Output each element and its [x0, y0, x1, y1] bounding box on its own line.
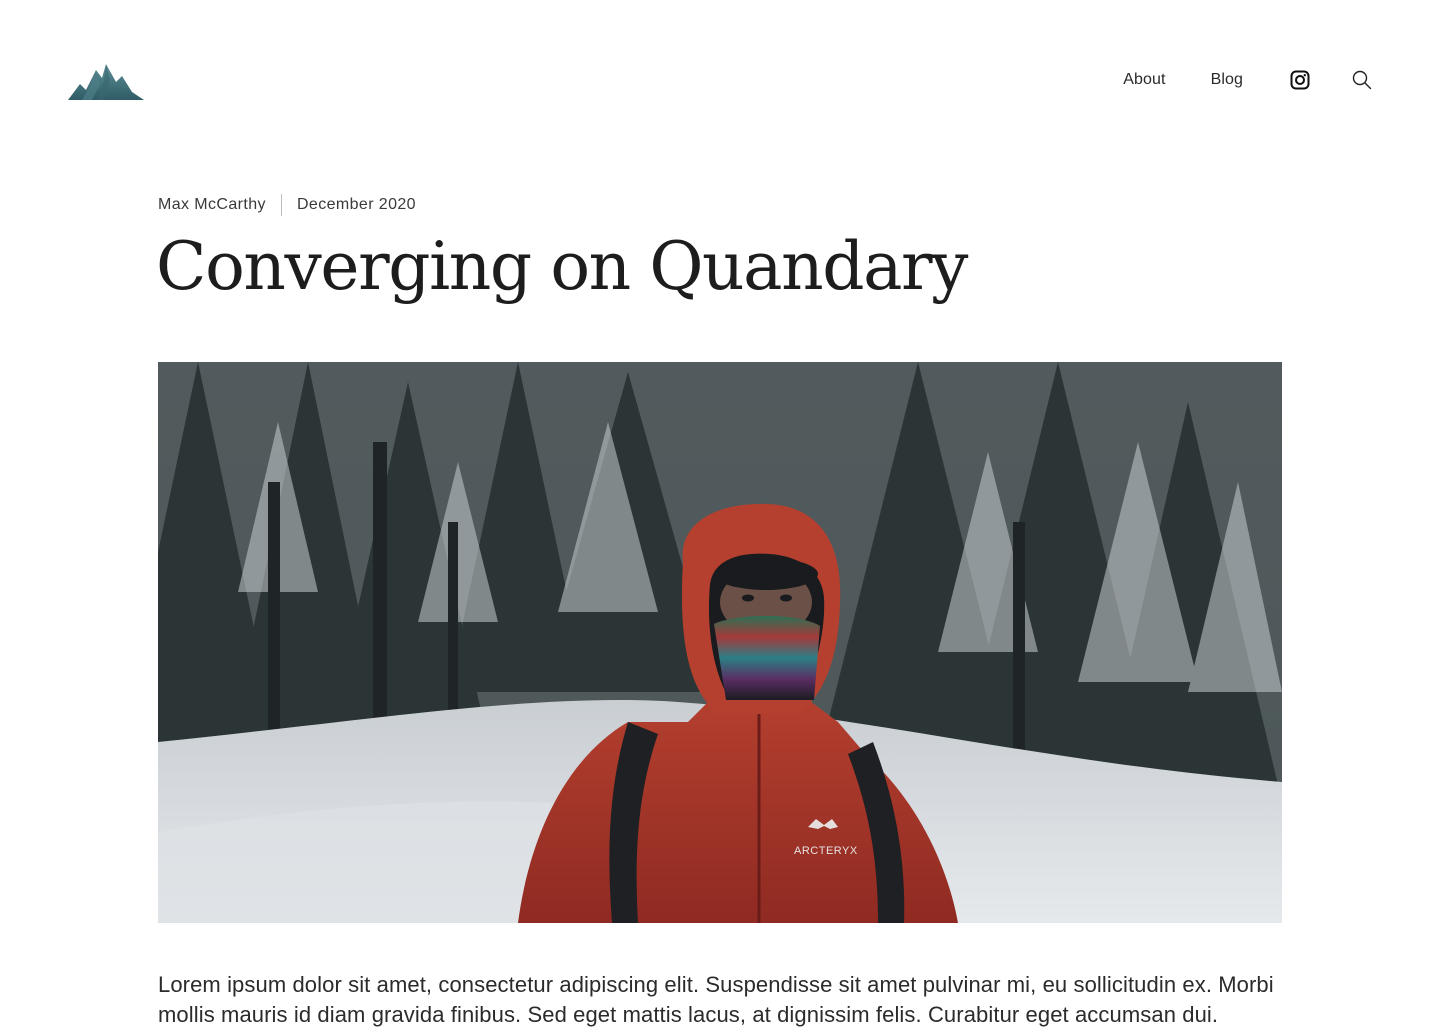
instagram-icon[interactable]	[1288, 68, 1312, 92]
meta-divider	[280, 194, 282, 216]
article-body: Lorem ipsum dolor sit amet, consectetur …	[158, 972, 1274, 1027]
jacket-brand-text: ARCTERYX	[794, 845, 858, 857]
author-name[interactable]: Max McCarthy	[158, 196, 266, 214]
nav-about-link[interactable]: About	[1123, 71, 1165, 89]
publish-date: December 2020	[296, 196, 416, 213]
search-icon[interactable]	[1350, 68, 1374, 92]
article-title: Converging on Quandary	[156, 228, 968, 305]
mountain-logo-icon[interactable]	[66, 58, 146, 104]
site-header: About Blog	[0, 0, 1440, 160]
main-nav: About Blog	[1123, 64, 1374, 96]
hero-image: ARCTERYX	[158, 362, 1282, 923]
nav-blog-link[interactable]: Blog	[1211, 71, 1243, 89]
article-meta: Max McCarthy December 2020	[158, 192, 416, 218]
